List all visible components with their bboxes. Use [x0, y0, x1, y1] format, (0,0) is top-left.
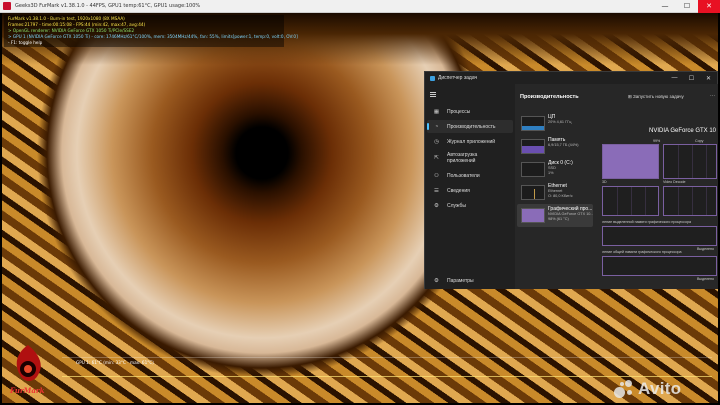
nav-users-label: Пользователи	[447, 172, 480, 179]
furmark-app-icon	[3, 2, 11, 10]
device-ethernet-adapter: Ethernet	[548, 189, 563, 193]
temperature-graph-label: GPU 1: 61°C (min: 33°C - max: 61°C)	[76, 360, 154, 365]
gpu-3d-graph	[602, 144, 659, 179]
details-icon: ☰	[434, 187, 439, 194]
dedicated-memory-label: ление выделенной памяти графического про…	[602, 220, 692, 224]
nav-performance[interactable]: ◔ Производительность	[427, 120, 513, 133]
nav-processes[interactable]: ▦ Процессы	[427, 105, 513, 118]
nav-details[interactable]: ☰ Сведения	[427, 184, 513, 197]
gpu-3d-label: 3D	[602, 180, 607, 184]
shared-memory-label: ление общей памяти графического процессо…	[602, 250, 682, 254]
task-manager-title: Диспетчер задач	[438, 75, 478, 81]
device-memory-usage: 6,9/15,7 ГБ (44%)	[548, 143, 579, 147]
furmark-titlebar: Geeks3D FurMark v1.38.1.0 - 44FPS, GPU1 …	[0, 0, 720, 13]
overlay-line-version: FurMark v1.38.1.0 - Burn-in test, 1920x1…	[8, 16, 125, 21]
page-title: Производительность	[520, 94, 579, 100]
nav-app-history-label: Журнал приложений	[447, 138, 496, 145]
hamburger-menu-icon[interactable]	[430, 92, 436, 97]
device-cpu-usage: 20% 4,61 ГГц	[548, 120, 572, 124]
device-disk-type: SSD	[548, 166, 556, 170]
furmark-logo-text: FurMark	[10, 386, 45, 395]
furmark-stats-overlay: FurMark v1.38.1.0 - Burn-in test, 1920x1…	[4, 15, 298, 47]
gpu-thumbnail	[521, 208, 545, 223]
memory-thumbnail	[521, 139, 545, 154]
cpu-thumbnail	[521, 116, 545, 131]
gpu-detail-pane: NVIDIA GeForce GTX 10 99% Copy 3D Video …	[601, 112, 718, 289]
temperature-graph-line	[62, 376, 712, 377]
nav-settings-label: Параметры	[447, 277, 474, 284]
copy-engine-label: Copy	[695, 139, 704, 143]
task-manager-titlebar: Диспетчер задач — ☐ ✕	[425, 72, 717, 84]
furmark-window-title: Geeks3D FurMark v1.38.1.0 - 44FPS, GPU1 …	[15, 3, 201, 9]
nav-processes-label: Процессы	[447, 108, 471, 115]
disk-thumbnail	[521, 162, 545, 177]
task-manager-sidebar: ▦ Процессы ◔ Производительность ◷ Журнал пр…	[425, 84, 515, 289]
run-new-task-button[interactable]: ⊞ Запустить новую задачу	[628, 94, 684, 100]
ethernet-thumbnail	[521, 185, 545, 200]
avito-dots-icon	[614, 379, 634, 399]
shared-memory-graph	[602, 256, 717, 276]
screen: Geeks3D FurMark v1.38.1.0 - 44FPS, GPU1 …	[0, 0, 720, 405]
furmark-logo-icon	[16, 345, 41, 381]
task-manager-window: Диспетчер задач — ☐ ✕ ▦ Процессы ◔ Произво…	[424, 71, 718, 289]
run-new-task-label: Запустить новую задачу	[633, 94, 684, 99]
gpu-secondary-graph	[602, 186, 659, 216]
copy-engine-graph	[663, 144, 717, 179]
app-history-icon: ◷	[434, 138, 439, 145]
video-decode-graph	[663, 186, 717, 216]
device-gpu[interactable]: Графический про... NVIDIA GeForce GTX 10…	[517, 204, 593, 227]
more-options-button[interactable]: ···	[710, 93, 715, 99]
processes-icon: ▦	[433, 108, 440, 115]
nav-settings[interactable]: ⚙ Параметры	[427, 274, 513, 287]
overlay-line-help: - F1: toggle help	[8, 40, 43, 45]
tm-minimize-button[interactable]: —	[666, 72, 683, 84]
device-ethernet-throughput: О: 80,0 Кбит/с	[548, 194, 573, 198]
avito-watermark-text: Avito	[638, 379, 682, 398]
device-disk-usage: 1%	[548, 171, 554, 175]
nav-performance-label: Производительность	[447, 123, 496, 130]
task-manager-window-controls: — ☐ ✕	[666, 72, 717, 84]
services-icon: ⚙	[434, 202, 439, 209]
furmark-logo: FurMark	[8, 343, 54, 399]
furmark-window-controls: — ☐ ✕	[654, 0, 720, 13]
device-gpu-model: NVIDIA GeForce GTX 10...	[548, 212, 593, 216]
nav-services-label: Службы	[447, 202, 466, 209]
nav-services[interactable]: ⚙ Службы	[427, 199, 513, 212]
performance-icon: ◔	[434, 123, 439, 130]
nav-startup-apps[interactable]: ⇱ Автозагрузка приложений	[427, 150, 513, 166]
device-cpu[interactable]: ЦП 20% 4,61 ГГц	[517, 112, 593, 135]
device-disk[interactable]: Диск 0 (C:) SSD 1%	[517, 158, 593, 181]
gpu-3d-percent: 99%	[653, 139, 661, 143]
dedicated-memory-graph	[602, 226, 717, 246]
device-memory[interactable]: Память 6,9/15,7 ГБ (44%)	[517, 135, 593, 158]
users-icon: ⚇	[434, 172, 439, 179]
device-gpu-usage: 98% (61 °C)	[548, 217, 569, 221]
close-button[interactable]: ✕	[698, 0, 720, 13]
video-decode-label: Video Decode	[663, 180, 686, 184]
gpu-3d-usage-fill	[603, 145, 658, 178]
startup-icon: ⇱	[434, 155, 439, 161]
nav-users[interactable]: ⚇ Пользователи	[427, 169, 513, 182]
task-manager-app-icon	[430, 75, 435, 81]
dedicated-memory-allocated-label: Выделено	[697, 247, 715, 251]
overlay-line-frames: Frames:21797 - time:00:15:08 - FPS:44 (m…	[8, 22, 146, 27]
performance-page: Производительность ⊞ Запустить новую зад…	[515, 84, 718, 289]
tm-close-button[interactable]: ✕	[700, 72, 717, 84]
device-ethernet[interactable]: Ethernet Ethernet О: 80,0 Кбит/с	[517, 181, 593, 204]
tm-maximize-button[interactable]: ☐	[683, 72, 700, 84]
avito-watermark: Avito	[614, 379, 681, 399]
nav-startup-label: Автозагрузка приложений	[447, 152, 478, 164]
nav-app-history[interactable]: ◷ Журнал приложений	[427, 135, 513, 148]
nav-details-label: Сведения	[447, 187, 470, 194]
maximize-button[interactable]: ☐	[676, 0, 698, 13]
gpu-detail-title: NVIDIA GeForce GTX 10	[649, 128, 717, 134]
settings-gear-icon: ⚙	[434, 277, 439, 284]
overlay-line-renderer: > OpenGL renderer: NVIDIA GeForce GTX 10…	[8, 28, 135, 33]
overlay-line-gpu: > GPU 1 (NVIDIA GeForce GTX 1050 Ti) - c…	[8, 34, 298, 39]
minimize-button[interactable]: —	[654, 0, 676, 13]
shared-memory-allocated-label: Выделено	[697, 277, 715, 281]
